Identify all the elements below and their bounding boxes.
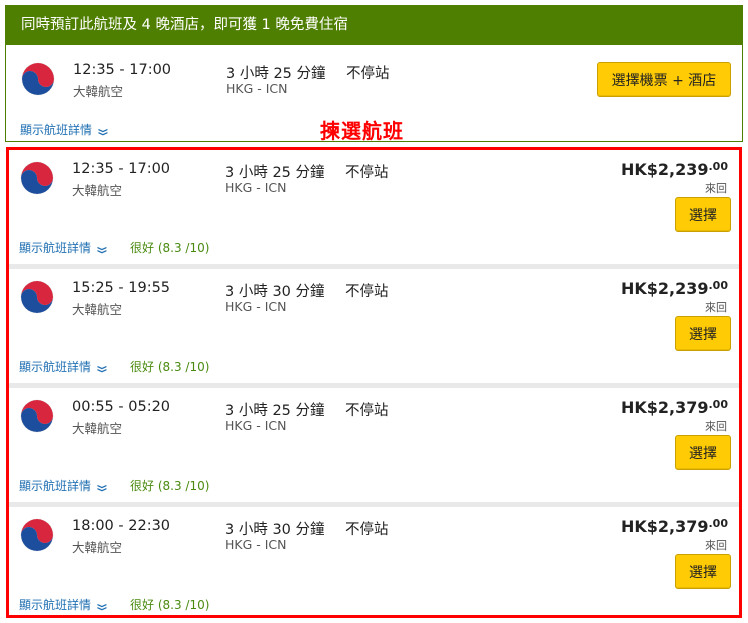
flight-stops: 不停站 <box>346 66 390 82</box>
korean-air-logo-icon <box>21 62 55 96</box>
show-flight-details-link[interactable]: 顯示航班詳情 ❯❯ <box>20 121 108 138</box>
chevron-down-icon: ❯❯ <box>97 127 108 135</box>
highlight-frame <box>6 147 742 618</box>
flight-time: 12:35 - 17:00 <box>73 62 172 78</box>
select-flight-hotel-button[interactable]: 選擇機票 + 酒店 <box>597 62 731 97</box>
flight-duration: 3 小時 25 分鐘 <box>226 66 326 82</box>
flight-route: HKG - ICN <box>226 81 288 96</box>
package-deal-banner: 同時預訂此航班及 4 晚酒店，即可獲 1 晚免費住宿 <box>6 6 742 45</box>
annotation-label: 揀選航班 <box>320 119 404 143</box>
airline-name: 大韓航空 <box>73 84 124 99</box>
details-label: 顯示航班詳情 <box>20 123 93 137</box>
